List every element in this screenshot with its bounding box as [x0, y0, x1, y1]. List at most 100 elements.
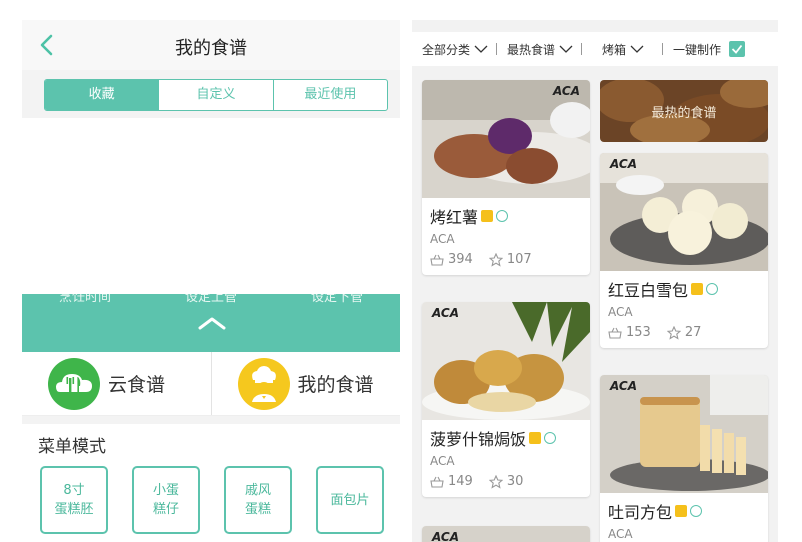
- recipe-brand: ACA: [608, 305, 633, 319]
- recipe-stats: 153 27: [600, 323, 768, 348]
- drawer-item-top-heat[interactable]: 设定上管: [185, 294, 237, 305]
- recipe-card[interactable]: ACA: [422, 526, 590, 542]
- app-badge-icon: [496, 210, 509, 222]
- filter-bar: 全部分类 最热食谱 烤箱 一键制作: [412, 32, 778, 66]
- tab-custom[interactable]: 自定义: [158, 80, 272, 110]
- my-recipes-button[interactable]: 我的食谱: [210, 352, 401, 415]
- recipe-brand: ACA: [430, 232, 455, 246]
- recipe-image: ACA: [422, 526, 590, 542]
- recipe-title: 吐司方包: [600, 493, 768, 523]
- recipe-card[interactable]: ACA 烤红薯 ACA 394 107: [422, 80, 590, 275]
- app-badge-icon: [706, 283, 719, 295]
- filter-one-key[interactable]: 一键制作: [673, 41, 721, 58]
- recipe-stats: 394 107: [422, 250, 590, 275]
- star-group: 30: [488, 474, 523, 489]
- tab-recent[interactable]: 最近使用: [272, 80, 387, 110]
- section-divider: [22, 416, 400, 424]
- segment-bar: 收藏 自定义 最近使用: [22, 70, 400, 118]
- menu-button-8inch-cake[interactable]: 8寸 蛋糕胚: [40, 466, 108, 534]
- recipe-name: 吐司方包: [608, 503, 673, 522]
- recipe-name: 菠萝什锦焗饭: [430, 430, 527, 449]
- recipe-brand: ACA: [608, 527, 633, 541]
- filter-oven[interactable]: 烤箱: [602, 41, 644, 58]
- oven-badge-icon: [675, 505, 688, 517]
- brand-logo: ACA: [610, 157, 638, 171]
- cloud-recipes-label: 云食谱: [108, 374, 166, 396]
- basket-icon: [430, 254, 444, 266]
- star-count: 107: [506, 252, 532, 267]
- recipe-card[interactable]: ACA 吐司方包 ACA: [600, 375, 768, 542]
- oven-badge-icon: [481, 210, 494, 222]
- cloud-fork-knife-icon: [48, 357, 100, 410]
- settings-drawer[interactable]: 烹饪时间 设定上管 设定下管: [22, 294, 400, 352]
- recipe-card[interactable]: ACA 菠萝什锦焗饭 ACA 149 30: [422, 302, 590, 497]
- brand-logo: ACA: [432, 530, 460, 542]
- filter-separator: [496, 43, 498, 55]
- filter-label: 全部分类: [422, 42, 471, 57]
- filter-label: 最热食谱: [507, 42, 556, 57]
- menu-mode-grid: 8寸 蛋糕胚 小蛋 糕仔 戚风 蛋糕 面包片: [40, 466, 384, 534]
- star-icon[interactable]: [488, 252, 503, 267]
- screenshot-stage: 我的食谱 收藏 自定义 最近使用 烹饪时间 设定上管 设定下管 云食谱 我的食谱…: [0, 0, 802, 542]
- tab-favorites[interactable]: 收藏: [45, 80, 159, 110]
- filter-label: 烤箱: [602, 42, 627, 57]
- hot-recipes-banner[interactable]: 最热的食谱: [600, 80, 768, 142]
- filter-separator: [662, 43, 664, 55]
- filter-all-categories[interactable]: 全部分类: [422, 41, 488, 58]
- basket-icon: [430, 476, 444, 488]
- make-count: 149: [448, 474, 473, 489]
- left-phone-screen: 我的食谱 收藏 自定义 最近使用 烹饪时间 设定上管 设定下管 云食谱 我的食谱…: [22, 20, 400, 542]
- drawer-item-bottom-heat[interactable]: 设定下管: [311, 294, 363, 305]
- segmented-control: 收藏 自定义 最近使用: [44, 79, 388, 111]
- drawer-item-cook-time[interactable]: 烹饪时间: [59, 294, 111, 305]
- menu-mode-title: 菜单模式: [38, 437, 106, 457]
- recipe-title: 烤红薯: [422, 198, 590, 228]
- menu-button-label: 戚风 蛋糕: [244, 483, 271, 517]
- recipe-image: ACA: [600, 375, 768, 493]
- chevron-down-icon: [630, 45, 644, 53]
- recipe-title: 菠萝什锦焗饭: [422, 420, 590, 450]
- checkmark-icon: [731, 44, 743, 54]
- app-badge-icon: [690, 505, 703, 517]
- recipe-brand: ACA: [430, 454, 455, 468]
- menu-button-small-cake[interactable]: 小蛋 糕仔: [132, 466, 200, 534]
- brand-logo: ACA: [432, 306, 460, 320]
- menu-button-chiffon-cake[interactable]: 戚风 蛋糕: [224, 466, 292, 534]
- recipe-source-bar: 云食谱 我的食谱: [22, 352, 400, 416]
- brand-logo: ACA: [552, 84, 580, 98]
- star-group: 107: [488, 252, 532, 267]
- make-count: 153: [626, 325, 651, 340]
- star-icon[interactable]: [666, 325, 681, 340]
- star-icon[interactable]: [488, 474, 503, 489]
- recipe-image: ACA: [600, 153, 768, 271]
- filter-separator: [581, 43, 583, 55]
- make-count: 394: [448, 252, 473, 267]
- nav-bar: 我的食谱: [22, 20, 400, 70]
- menu-button-label: 8寸 蛋糕胚: [54, 483, 94, 517]
- hot-banner-label: 最热的食谱: [651, 106, 717, 121]
- filter-label: 一键制作: [673, 42, 722, 57]
- menu-button-label: 小蛋 糕仔: [152, 483, 179, 517]
- app-badge-icon: [544, 432, 557, 444]
- cloud-recipes-button[interactable]: 云食谱: [22, 352, 211, 415]
- recipe-card[interactable]: ACA 红豆白雪包 ACA 153 27: [600, 153, 768, 348]
- empty-content: [22, 118, 400, 294]
- chef-icon: [237, 357, 290, 410]
- recipe-image: ACA: [422, 80, 590, 198]
- basket-icon: [608, 327, 622, 339]
- one-key-checkbox[interactable]: [729, 41, 746, 57]
- recipe-title: 红豆白雪包: [600, 271, 768, 301]
- chevron-up-icon[interactable]: [198, 316, 226, 330]
- menu-button-bread-slice[interactable]: 面包片: [316, 466, 384, 534]
- oven-badge-icon: [529, 432, 542, 444]
- chevron-down-icon: [474, 45, 488, 53]
- oven-badge-icon: [691, 283, 704, 295]
- star-group: 27: [666, 325, 702, 340]
- recipe-name: 烤红薯: [430, 208, 479, 227]
- chevron-down-icon: [559, 45, 573, 53]
- recipe-image: ACA: [422, 302, 590, 420]
- star-count: 27: [684, 325, 702, 340]
- filter-hottest[interactable]: 最热食谱: [507, 41, 573, 58]
- right-phone-screen: 全部分类 最热食谱 烤箱 一键制作 最热的食谱 ACA 烤红薯 ACA 394 …: [412, 20, 778, 542]
- recipe-stats: 149 30: [422, 472, 590, 497]
